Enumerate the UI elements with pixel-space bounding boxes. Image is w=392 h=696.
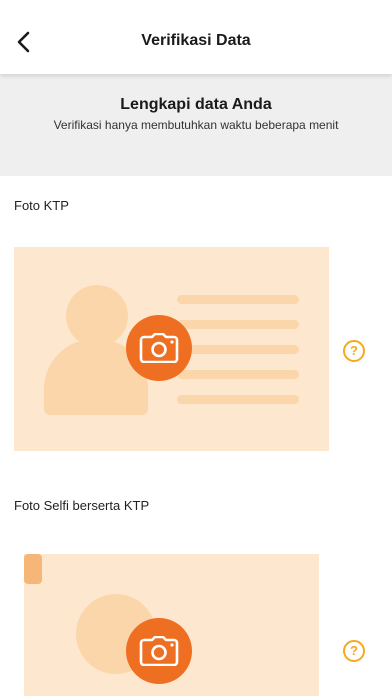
id-text-line <box>177 395 299 404</box>
info-banner: Lengkapi data Anda Verifikasi hanya memb… <box>0 74 392 176</box>
selfie-photo-label: Foto Selfi berserta KTP <box>14 498 150 513</box>
selfie-camera-button[interactable] <box>126 618 192 684</box>
hand-illustration <box>24 554 42 584</box>
ktp-help-icon[interactable]: ? <box>343 340 365 362</box>
id-text-line <box>177 370 299 379</box>
id-text-line <box>177 320 299 329</box>
app-header: Verifikasi Data <box>0 0 392 74</box>
ktp-photo-label: Foto KTP <box>14 198 69 213</box>
selfie-photo-upload-card[interactable] <box>24 554 319 696</box>
camera-icon <box>139 333 179 363</box>
banner-title: Lengkapi data Anda <box>120 96 272 113</box>
person-head-illustration <box>66 285 128 347</box>
page-title: Verifikasi Data <box>141 32 251 49</box>
ktp-camera-button[interactable] <box>126 315 192 381</box>
camera-icon <box>139 636 179 666</box>
id-text-line <box>177 345 299 354</box>
ktp-photo-upload-card[interactable] <box>14 247 329 451</box>
banner-subtitle: Verifikasi hanya membutuhkan waktu beber… <box>53 118 339 132</box>
id-text-line <box>177 295 299 304</box>
selfie-help-icon[interactable]: ? <box>343 640 365 662</box>
